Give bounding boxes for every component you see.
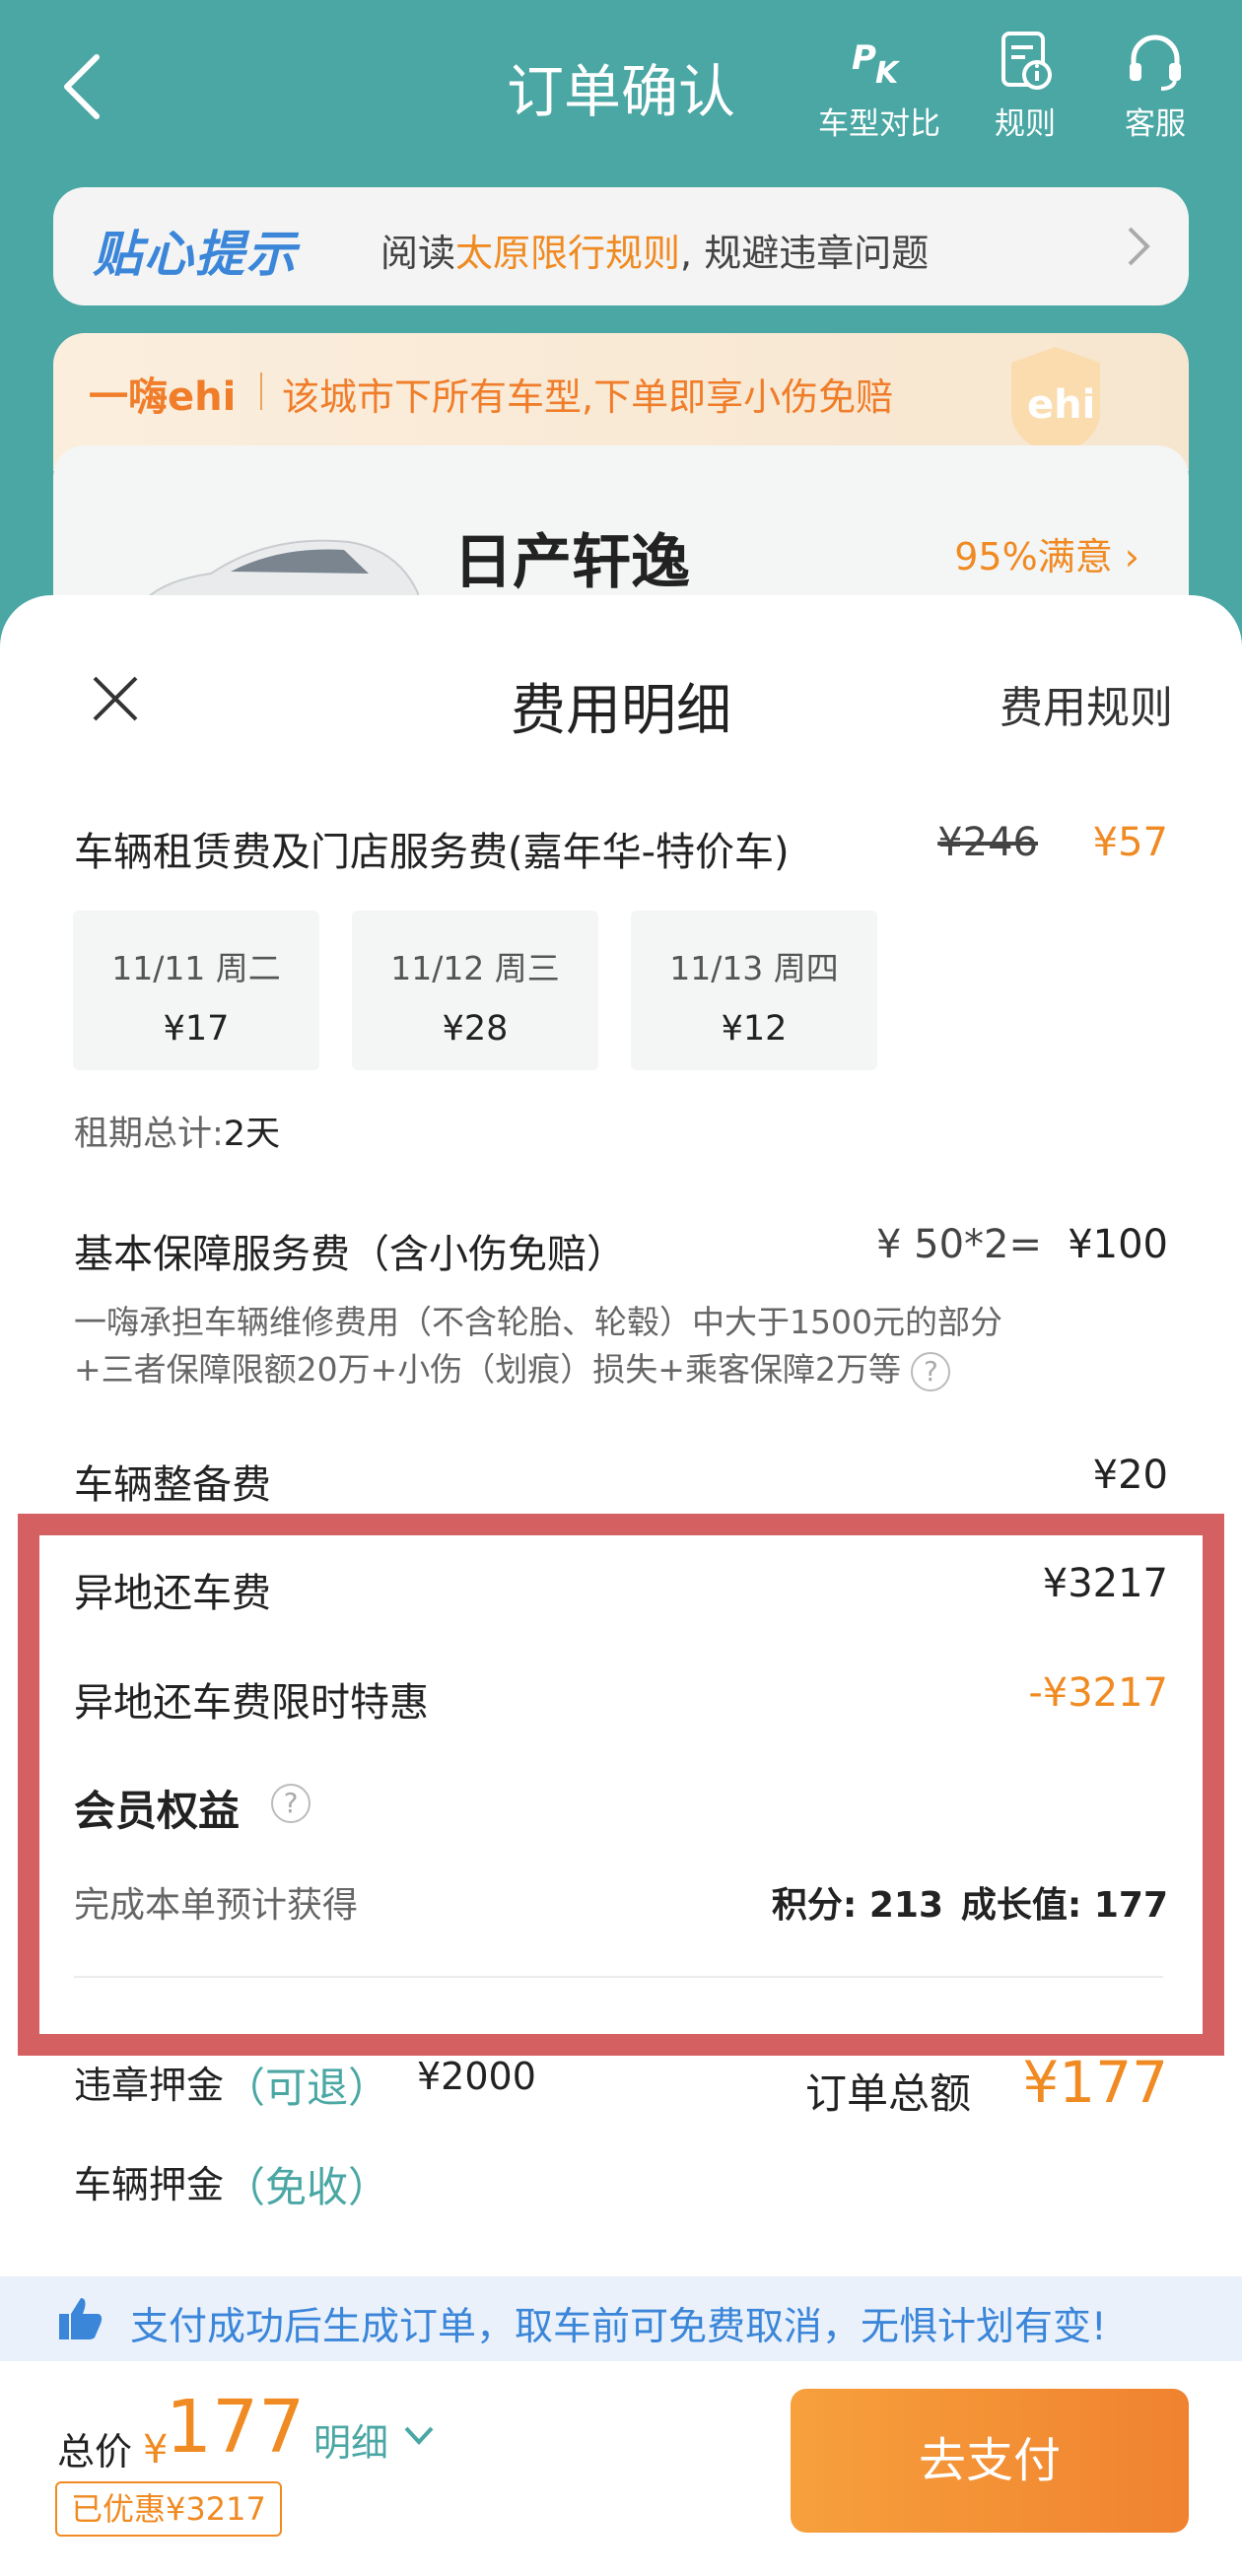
violation-deposit-label: 违章押金 [74, 2064, 225, 2107]
car-name: 日产轩逸 [453, 528, 690, 597]
insurance-row: 基本保障服务费（含小伤免赔） ¥ 50*2= ¥100 [74, 1222, 1168, 1281]
chevron-right-icon [1128, 227, 1150, 266]
notice-text: 支付成功后生成订单，取车前可免费取消，无惧计划有变! [130, 2305, 1107, 2349]
help-question-icon[interactable]: ? [911, 1351, 951, 1391]
violation-deposit-amount: ¥2000 [417, 2055, 536, 2098]
service-label: 客服 [1125, 106, 1186, 142]
vehicle-deposit-row: 车辆押金 （免收） [74, 2154, 1168, 2223]
rules-document-icon [1001, 32, 1052, 90]
insurance-price: ¥100 [1068, 1222, 1168, 1267]
headset-icon [1130, 34, 1181, 91]
rental-fee-row: 车辆租赁费及门店服务费(嘉年华-特价车) ¥246 ¥57 [74, 820, 1168, 879]
rules-button[interactable]: 规则 [956, 30, 1094, 143]
rental-original-price: ¥246 [937, 820, 1038, 865]
svg-text:K: K [875, 56, 901, 91]
violation-deposit-row: 违章押金 （可退） ¥2000 订单总额 ¥177 [74, 2049, 1168, 2124]
promo-divider [260, 373, 262, 410]
close-icon[interactable] [91, 674, 140, 723]
insurance-formula: ¥ 50*2= [875, 1222, 1042, 1267]
payment-notice: 支付成功后生成订单，取车前可免费取消，无惧计划有变! [0, 2276, 1242, 2361]
ehi-logo: 一嗨ehi [89, 374, 237, 420]
satisfaction-link[interactable]: 95%满意 › [954, 526, 1139, 580]
violation-deposit-tag: （可退） [224, 2064, 390, 2112]
prep-fee-label: 车辆整备费 [74, 1462, 271, 1508]
shield-badge-icon: ehi [1011, 347, 1100, 457]
rental-price: ¥57 [1092, 820, 1168, 865]
prep-fee-price: ¥20 [1092, 1453, 1168, 1498]
order-total-amount: ¥177 [1022, 2049, 1168, 2116]
detail-toggle[interactable]: 明细 [313, 2412, 388, 2467]
rental-fee-label: 车辆租赁费及门店服务费(嘉年华-特价车) [74, 830, 790, 875]
vehicle-deposit-label: 车辆押金 [74, 2163, 225, 2206]
fee-rules-link[interactable]: 费用规则 [1000, 672, 1173, 735]
back-arrow-icon[interactable] [59, 51, 106, 122]
tip-banner[interactable]: 贴心提示 阅读太原限行规则, 规避违章问题 [53, 187, 1189, 305]
tip-highlight-link[interactable]: 太原限行规则 [455, 232, 680, 275]
discount-badge: 已优惠¥3217 [55, 2481, 282, 2537]
pay-button[interactable]: 去支付 [791, 2389, 1189, 2533]
rules-label: 规则 [995, 106, 1056, 142]
page-title: 订单确认 [506, 58, 735, 125]
svg-text:ehi: ehi [1027, 382, 1095, 428]
vehicle-deposit-tag: （免收） [224, 2163, 390, 2211]
tip-brand: 贴心提示 [93, 226, 298, 283]
svg-text:P: P [852, 38, 876, 78]
tip-text: 阅读太原限行规则, 规避违章问题 [380, 232, 930, 275]
pk-icon: P K [852, 38, 901, 91]
rental-period: 租期总计:2天 [74, 1115, 281, 1154]
day-price-card: 11/13 周四 ¥12 [631, 911, 877, 1070]
day-price-card: 11/11 周二 ¥17 [73, 911, 319, 1070]
insurance-label: 基本保障服务费（含小伤免赔） [74, 1232, 626, 1277]
promo-text: 该城市下所有车型,下单即享小伤免赔 [282, 375, 894, 419]
thumbs-up-icon [59, 2298, 103, 2339]
order-total-label: 订单总额 [804, 2069, 971, 2118]
insurance-description: 一嗨承担车辆维修费用（不含轮胎、轮毂）中大于1500元的部分 +三者保障限额20… [74, 1299, 1002, 1393]
compare-button[interactable]: P K 车型对比 [810, 30, 948, 143]
prep-fee-row: 车辆整备费 ¥20 [74, 1453, 1168, 1512]
highlight-box [18, 1514, 1224, 2056]
day-price-card: 11/12 周三 ¥28 [352, 911, 598, 1070]
total-label: 总价 [57, 2430, 133, 2474]
total-amount: 177 [166, 2385, 306, 2470]
header: 订单确认 P K 车型对比 规则 客服 贴心提示 阅读太原限行规则, 规避违章问… [0, 0, 1242, 690]
service-button[interactable]: 客服 [1086, 30, 1224, 143]
compare-label: 车型对比 [818, 106, 940, 142]
sheet-title: 费用明细 [511, 679, 731, 743]
chevron-down-icon[interactable] [402, 2420, 436, 2450]
total-currency: ¥ [143, 2427, 169, 2473]
